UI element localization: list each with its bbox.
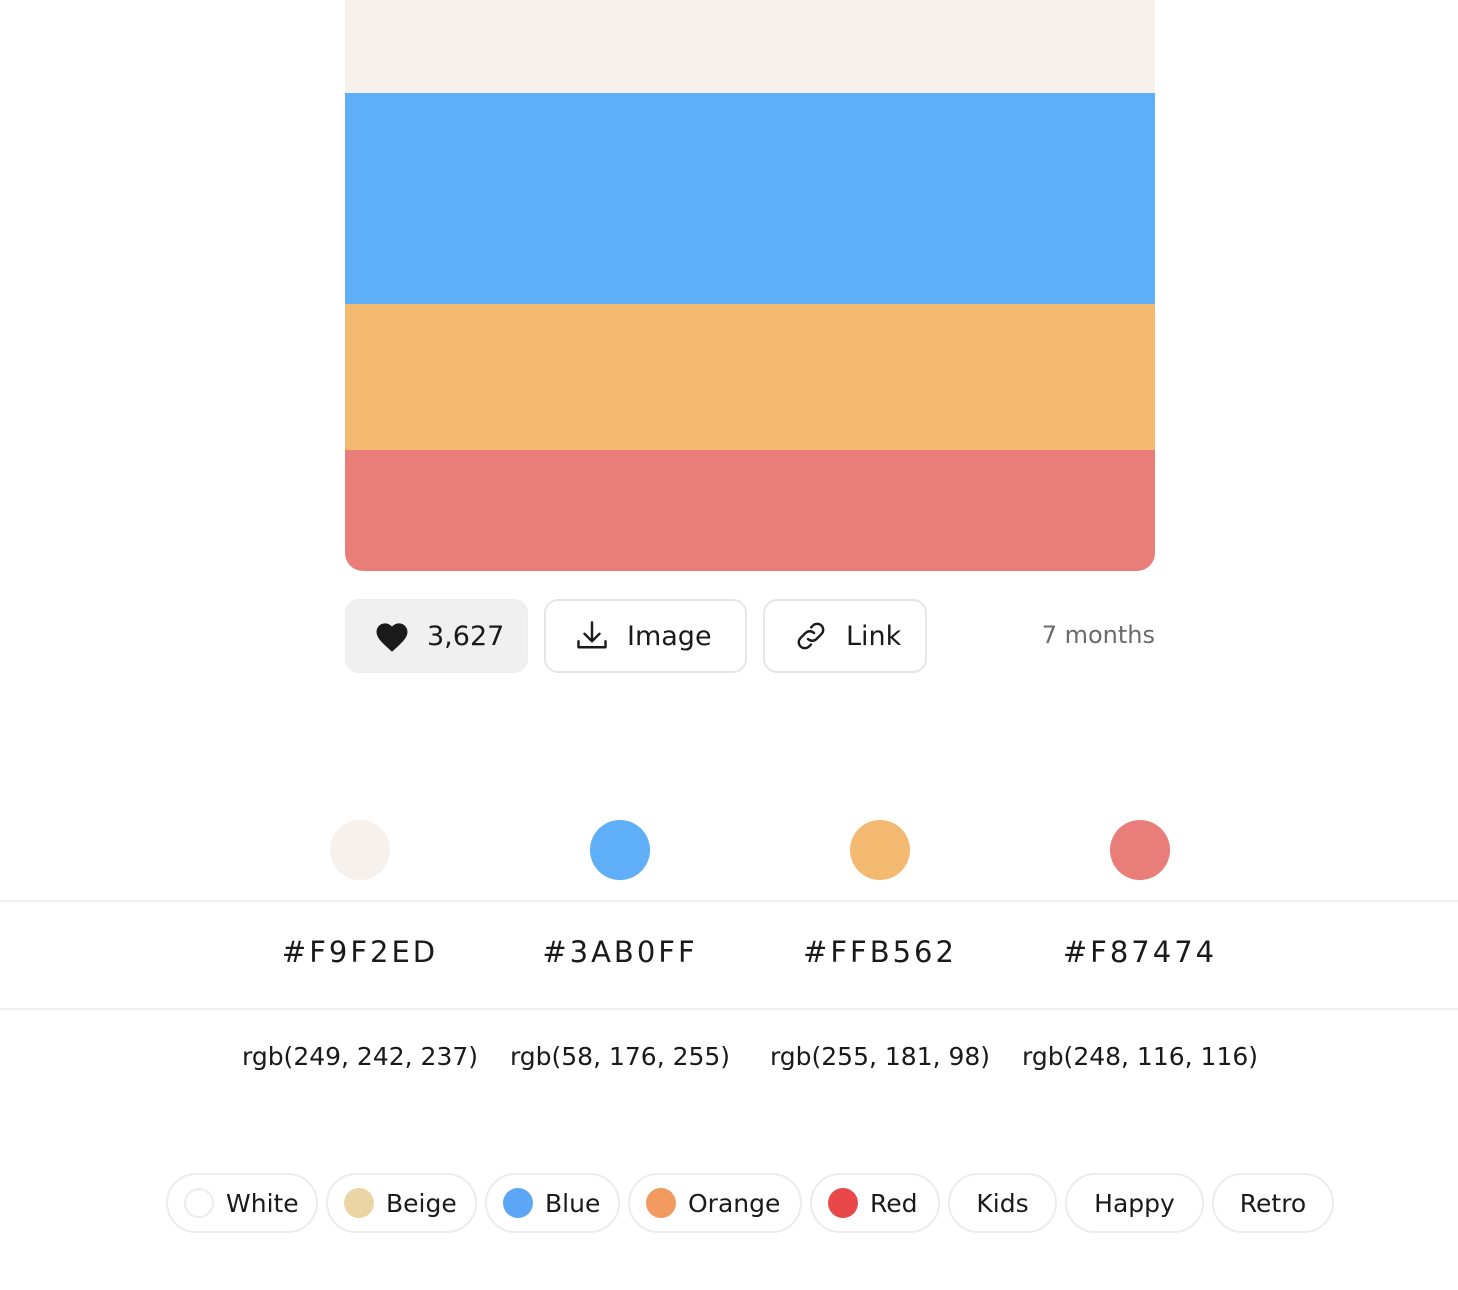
tag-red[interactable]: Red <box>810 1173 940 1233</box>
palette-preview[interactable] <box>345 0 1155 571</box>
tag-beige[interactable]: Beige <box>326 1173 477 1233</box>
color-dots <box>0 820 1458 880</box>
white-color-dot <box>184 1188 214 1218</box>
color-dot-4[interactable] <box>1110 820 1170 880</box>
color-dot-3[interactable] <box>850 820 910 880</box>
rgb-value[interactable]: rgb(58, 176, 255) <box>490 1042 750 1071</box>
tag-label: Beige <box>386 1188 457 1218</box>
tag-kids[interactable]: Kids <box>948 1173 1057 1233</box>
divider-top <box>0 900 1458 902</box>
tag-label: Kids <box>976 1188 1029 1218</box>
red-color-dot <box>828 1188 858 1218</box>
tag-label: White <box>226 1188 299 1218</box>
hex-value[interactable]: #F87474 <box>1010 935 1270 969</box>
like-count: 3,627 <box>427 620 505 652</box>
tag-label: Happy <box>1094 1188 1175 1218</box>
palette-actions: 3,627 Image Link 7 months <box>345 599 1155 675</box>
tag-label: Red <box>870 1188 918 1218</box>
tag-happy[interactable]: Happy <box>1065 1173 1204 1233</box>
tag-orange[interactable]: Orange <box>628 1173 802 1233</box>
copy-link-button[interactable]: Link <box>763 599 927 673</box>
hex-value[interactable]: #F9F2ED <box>230 935 490 969</box>
palette-band-1[interactable] <box>345 0 1155 93</box>
tag-label: Blue <box>545 1188 601 1218</box>
palette-band-2[interactable] <box>345 93 1155 304</box>
orange-color-dot <box>646 1188 676 1218</box>
beige-color-dot <box>344 1188 374 1218</box>
hex-row: #F9F2ED #3AB0FF #FFB562 #F87474 <box>0 935 1458 975</box>
download-icon <box>573 617 611 655</box>
palette-page: 3,627 Image Link 7 months #F9F2ED #3AB0F… <box>0 0 1458 1290</box>
heart-icon <box>373 617 411 655</box>
download-image-button[interactable]: Image <box>544 599 747 673</box>
rgb-value[interactable]: rgb(248, 116, 116) <box>1010 1042 1270 1071</box>
rgb-value[interactable]: rgb(249, 242, 237) <box>230 1042 490 1071</box>
link-icon <box>792 617 830 655</box>
divider-middle <box>0 1008 1458 1010</box>
color-dot-1[interactable] <box>330 820 390 880</box>
tag-retro[interactable]: Retro <box>1212 1173 1334 1233</box>
tag-blue[interactable]: Blue <box>485 1173 620 1233</box>
color-dot-2[interactable] <box>590 820 650 880</box>
blue-color-dot <box>503 1188 533 1218</box>
link-button-label: Link <box>846 620 902 652</box>
like-button[interactable]: 3,627 <box>345 599 528 673</box>
palette-age: 7 months <box>1041 621 1155 649</box>
tag-label: Orange <box>688 1188 781 1218</box>
tag-white[interactable]: White <box>166 1173 318 1233</box>
tag-label: Retro <box>1239 1188 1307 1218</box>
image-button-label: Image <box>627 620 712 652</box>
rgb-row: rgb(249, 242, 237) rgb(58, 176, 255) rgb… <box>0 1042 1458 1078</box>
hex-value[interactable]: #FFB562 <box>750 935 1010 969</box>
rgb-value[interactable]: rgb(255, 181, 98) <box>750 1042 1010 1071</box>
palette-band-3[interactable] <box>345 304 1155 450</box>
palette-band-4[interactable] <box>345 450 1155 571</box>
hex-value[interactable]: #3AB0FF <box>490 935 750 969</box>
